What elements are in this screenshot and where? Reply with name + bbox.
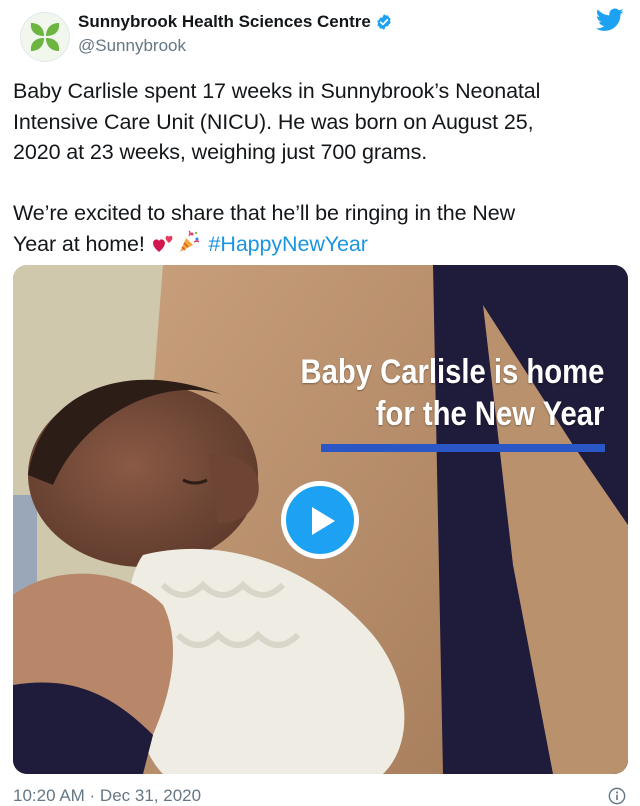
overlay-line-2: for the New Year <box>375 395 604 433</box>
two-hearts-emoji <box>152 235 173 252</box>
tweet-text-line-3: 2020 at 23 weeks, weighing just 700 gram… <box>13 140 428 164</box>
overlay-accent-bar <box>321 444 605 452</box>
tweet-text-line-2: Intensive Care Unit (NICU). He was born … <box>13 109 534 134</box>
twitter-bird-icon[interactable] <box>596 8 624 32</box>
tweet-text-line-5: Year at home! <box>13 231 151 256</box>
tweet-timestamp[interactable]: 10:20 AM · Dec 31, 2020 <box>13 786 201 806</box>
play-icon <box>312 507 335 535</box>
video-overlay-title: Baby Carlisle is home for the New Year <box>300 351 604 435</box>
tweet-text: Baby Carlisle spent 17 weeks in Sunnybro… <box>13 76 623 259</box>
hashtag-link[interactable]: #HappyNewYear <box>209 232 368 256</box>
tweet-header: Sunnybrook Health Sciences Centre @Sunny… <box>14 8 626 64</box>
verified-badge-icon <box>377 14 391 30</box>
account-handle[interactable]: @Sunnybrook <box>78 36 186 56</box>
sunnybrook-leaf-logo-icon <box>30 23 60 51</box>
tweet-text-line-4: We’re excited to share that he’ll be rin… <box>13 201 516 225</box>
play-button[interactable] <box>281 481 359 559</box>
party-popper-emoji <box>179 230 200 252</box>
info-icon[interactable] <box>608 787 626 805</box>
video-media[interactable]: Baby Carlisle is home for the New Year <box>13 265 628 774</box>
tweet-text-line-1: Baby Carlisle spent 17 weeks in Sunnybro… <box>13 79 541 103</box>
name-row: Sunnybrook Health Sciences Centre <box>78 12 393 32</box>
account-avatar[interactable] <box>20 12 70 62</box>
display-name[interactable]: Sunnybrook Health Sciences Centre <box>78 12 371 32</box>
overlay-line-1: Baby Carlisle is home <box>300 353 604 391</box>
